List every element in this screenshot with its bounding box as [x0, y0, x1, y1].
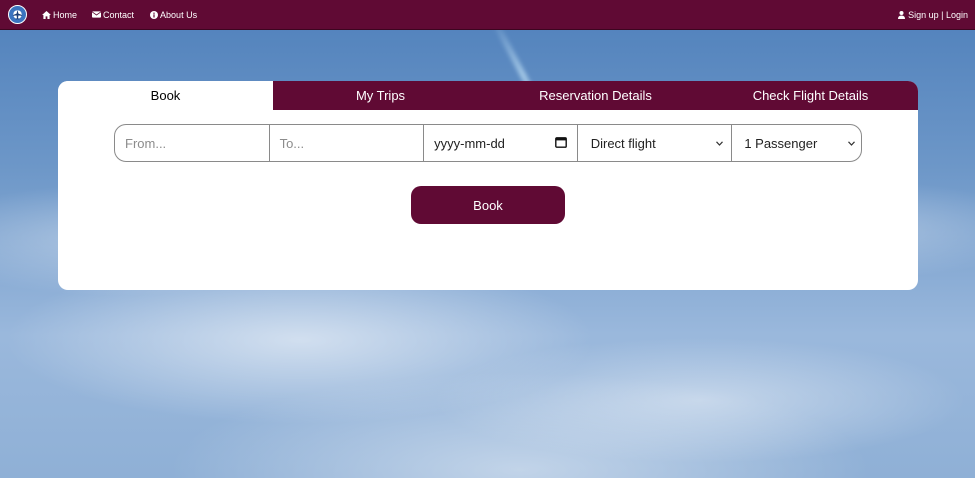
- booking-form-row: From... To... yyyy-mm-dd Direct flight 1…: [114, 124, 862, 162]
- passengers-select[interactable]: 1 Passenger: [732, 125, 861, 161]
- info-icon: [149, 10, 158, 19]
- passengers-value: 1 Passenger: [744, 135, 818, 151]
- tab-check-flight-details[interactable]: Check Flight Details: [703, 81, 918, 110]
- signup-login-link[interactable]: Sign up | Login: [897, 10, 968, 20]
- nav-about-label: About Us: [160, 9, 198, 20]
- date-input-value: yyyy-mm-dd: [434, 135, 505, 151]
- nav-contact-link[interactable]: Contact: [92, 10, 134, 20]
- flight-type-select[interactable]: Direct flight: [578, 125, 733, 161]
- calendar-icon[interactable]: [554, 136, 567, 151]
- nav-home-label: Home: [53, 9, 78, 20]
- booking-panel: Book My Trips Reservation Details Check …: [58, 81, 918, 290]
- airline-logo-icon[interactable]: [8, 5, 27, 24]
- envelope-icon: [92, 10, 102, 19]
- tab-my-trips[interactable]: My Trips: [273, 81, 488, 110]
- from-input[interactable]: From...: [115, 125, 270, 161]
- chevron-down-icon: [848, 139, 855, 148]
- home-icon: [42, 10, 51, 19]
- nav-home-link[interactable]: Home: [42, 10, 77, 20]
- tab-book[interactable]: Book: [58, 81, 273, 110]
- chevron-down-icon: [716, 139, 724, 148]
- to-input[interactable]: To...: [270, 125, 425, 161]
- date-input[interactable]: yyyy-mm-dd: [424, 125, 578, 161]
- user-icon: [897, 10, 906, 19]
- flight-type-value: Direct flight: [590, 135, 656, 151]
- nav-contact-label: Contact: [103, 9, 135, 20]
- top-navbar: Home Contact About Us Sign up | Login: [0, 0, 975, 30]
- signup-login-label: Sign up | Login: [908, 9, 968, 20]
- tab-reservation-details[interactable]: Reservation Details: [488, 81, 703, 110]
- plane-icon: [12, 9, 23, 20]
- nav-about-link[interactable]: About Us: [149, 10, 197, 20]
- booking-tabs: Book My Trips Reservation Details Check …: [58, 81, 918, 110]
- book-button[interactable]: Book: [411, 186, 565, 224]
